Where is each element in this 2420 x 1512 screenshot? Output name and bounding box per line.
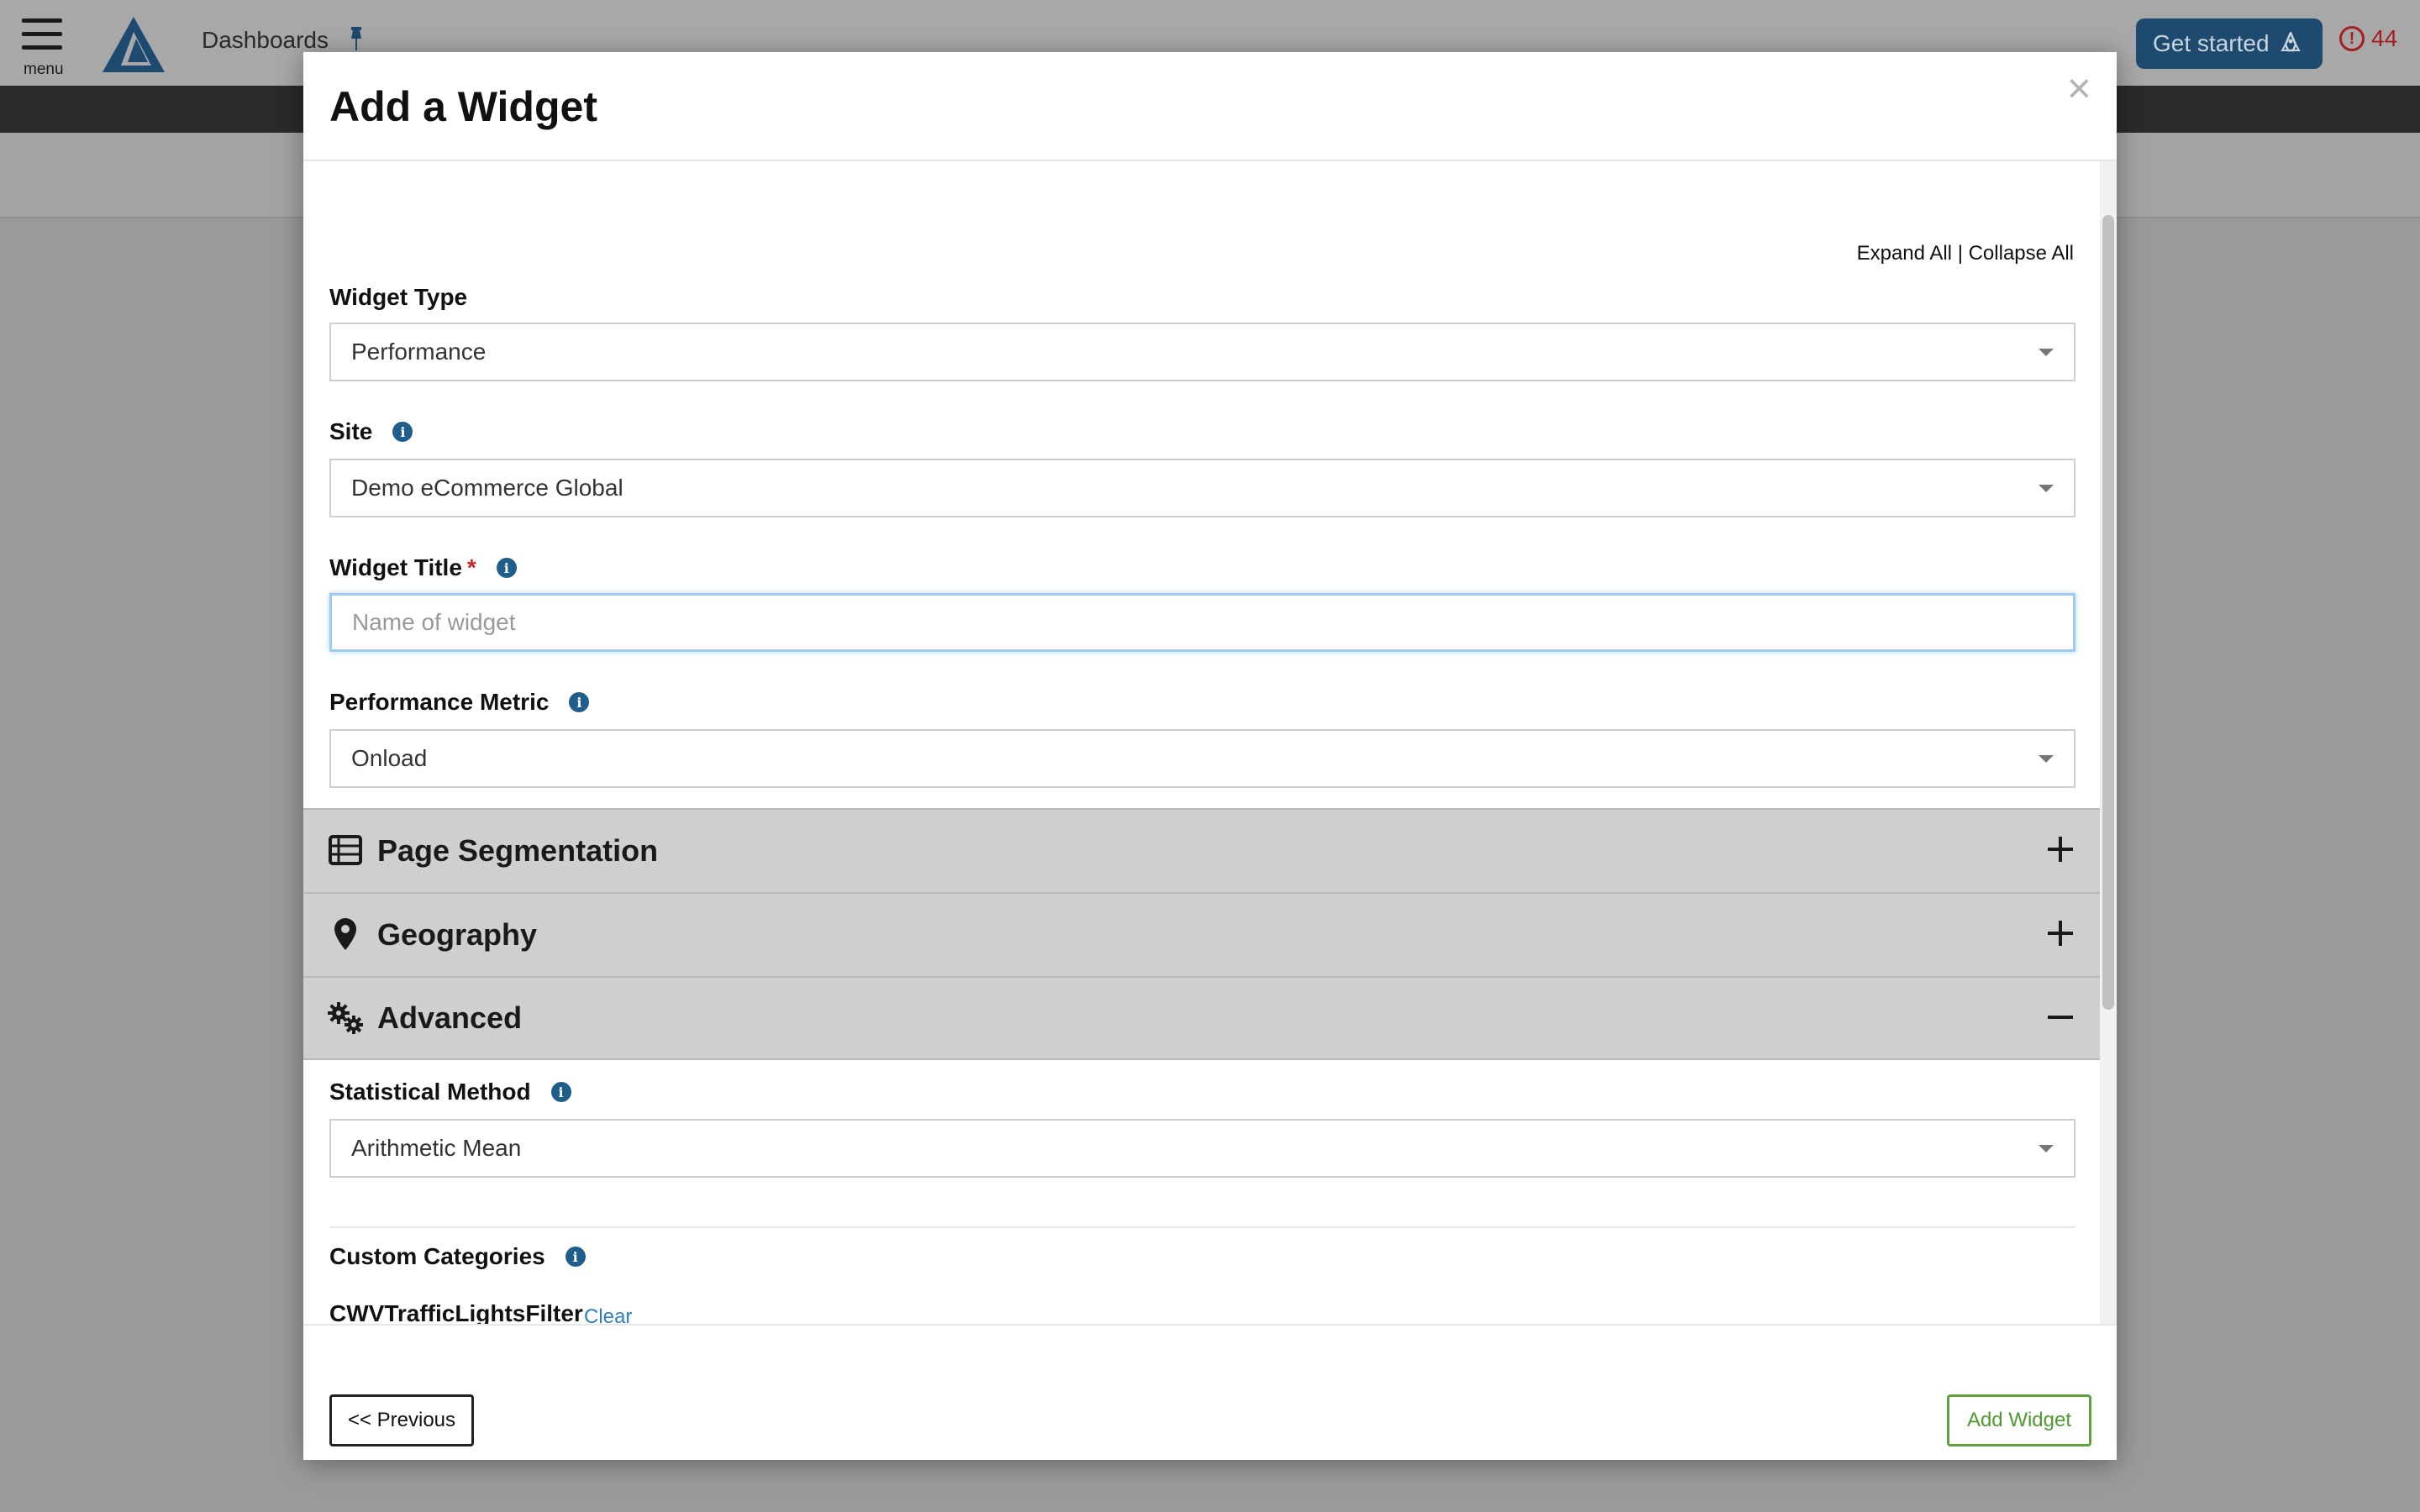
add-widget-button[interactable]: Add Widget xyxy=(1947,1394,2091,1446)
performance-metric-value: Onload xyxy=(351,745,428,771)
previous-button[interactable]: << Previous xyxy=(329,1394,474,1446)
table-list-icon xyxy=(327,832,364,869)
clear-link[interactable]: Clear xyxy=(584,1305,632,1324)
widget-title-label-text: Widget Title xyxy=(329,554,462,580)
expand-all-link[interactable]: Expand All xyxy=(1857,242,1952,265)
widget-title-input[interactable] xyxy=(329,593,2075,652)
site-label: Site i xyxy=(329,418,413,445)
plus-icon xyxy=(2048,921,2073,946)
gears-icon xyxy=(327,1000,364,1037)
custom-categories-label-text: Custom Categories xyxy=(329,1243,545,1269)
dashboards-title[interactable]: Dashboards xyxy=(202,27,329,54)
widget-type-label: Widget Type xyxy=(329,284,467,311)
page-segmentation-section[interactable]: Page Segmentation xyxy=(303,808,2100,892)
advanced-label: Advanced xyxy=(377,1000,523,1035)
info-icon[interactable]: i xyxy=(392,422,413,442)
cwv-filter-label: CWVTrafficLightsFilter xyxy=(329,1300,583,1324)
modal-header: Add a Widget × xyxy=(303,52,2117,161)
rocket-icon xyxy=(2280,32,2301,52)
performance-metric-label: Performance Metric i xyxy=(329,689,590,716)
widget-title-label: Widget Title * i xyxy=(329,554,517,581)
performance-metric-label-text: Performance Metric xyxy=(329,689,550,715)
menu-button[interactable]: menu xyxy=(22,18,64,78)
widget-type-label-text: Widget Type xyxy=(329,284,468,310)
statistical-method-label-text: Statistical Method xyxy=(329,1079,531,1105)
modal-title: Add a Widget xyxy=(329,83,597,130)
modal-footer: << Previous Add Widget xyxy=(303,1324,2117,1460)
get-started-label: Get started xyxy=(2153,30,2270,56)
alert-icon: ! xyxy=(2339,26,2365,51)
modal-scrollbar[interactable] xyxy=(2100,161,2117,1324)
geography-section[interactable]: Geography xyxy=(303,892,2100,976)
advanced-section[interactable]: Advanced xyxy=(303,976,2100,1060)
performance-metric-select[interactable]: Onload xyxy=(329,729,2075,788)
alerts-indicator[interactable]: ! 44 xyxy=(2339,25,2397,52)
widget-type-value: Performance xyxy=(351,339,487,365)
menu-bar xyxy=(22,45,62,50)
info-icon[interactable]: i xyxy=(550,1082,571,1102)
separator: | xyxy=(1957,242,1963,265)
page-segmentation-label: Page Segmentation xyxy=(377,833,659,868)
geography-label: Geography xyxy=(377,917,538,952)
minus-icon xyxy=(2048,1016,2073,1019)
site-label-text: Site xyxy=(329,418,373,444)
info-icon[interactable]: i xyxy=(565,1247,586,1267)
statistical-method-label: Statistical Method i xyxy=(329,1079,571,1105)
statistical-method-select[interactable]: Arithmetic Mean xyxy=(329,1119,2075,1178)
app-logo[interactable] xyxy=(103,17,165,72)
map-pin-icon xyxy=(327,916,364,953)
widget-type-select[interactable]: Performance xyxy=(329,323,2075,381)
close-button[interactable]: × xyxy=(2067,67,2091,109)
chevron-down-icon xyxy=(2039,754,2054,763)
get-started-button[interactable]: Get started xyxy=(2136,18,2323,69)
pin-icon[interactable] xyxy=(346,27,366,50)
alert-count: 44 xyxy=(2371,25,2398,51)
chevron-down-icon xyxy=(2039,1144,2054,1152)
menu-bar xyxy=(22,18,62,23)
collapse-all-link[interactable]: Collapse All xyxy=(1969,242,2074,265)
add-widget-modal: Add a Widget × Expand All | Collapse All… xyxy=(303,52,2117,1460)
modal-body: Expand All | Collapse All Widget Type Pe… xyxy=(303,161,2100,1324)
custom-categories-label: Custom Categories i xyxy=(329,1243,586,1270)
menu-label: menu xyxy=(24,60,64,78)
scrollbar-thumb[interactable] xyxy=(2102,215,2114,1010)
chevron-down-icon xyxy=(2039,484,2054,492)
site-select[interactable]: Demo eCommerce Global xyxy=(329,459,2075,517)
site-value: Demo eCommerce Global xyxy=(351,475,623,501)
statistical-method-value: Arithmetic Mean xyxy=(351,1135,522,1161)
section-divider xyxy=(329,1226,2075,1228)
required-marker: * xyxy=(466,554,476,580)
info-icon[interactable]: i xyxy=(496,558,517,578)
expand-collapse-links: Expand All | Collapse All xyxy=(1857,242,2074,265)
menu-bar xyxy=(22,32,62,36)
chevron-down-icon xyxy=(2039,348,2054,356)
info-icon[interactable]: i xyxy=(569,692,590,712)
plus-icon xyxy=(2048,837,2073,862)
